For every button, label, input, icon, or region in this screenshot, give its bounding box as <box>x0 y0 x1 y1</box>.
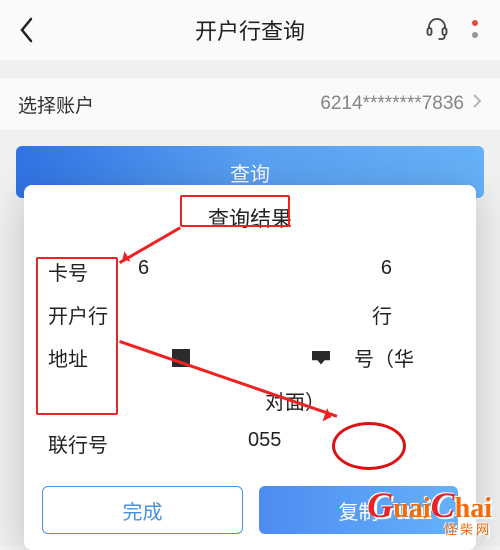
page-title: 开户行查询 <box>195 14 305 46</box>
label-card: 卡号 <box>48 257 128 286</box>
done-button-label: 完成 <box>123 496 163 525</box>
back-icon[interactable] <box>18 16 36 44</box>
more-icon[interactable] <box>468 18 482 42</box>
query-button-label: 查询 <box>230 158 270 187</box>
copy-button[interactable]: 复制 <box>259 486 458 534</box>
value-bank: 行 <box>138 300 452 329</box>
account-label: 选择账户 <box>18 91 94 118</box>
chevron-right-icon <box>472 93 482 115</box>
account-value: 6214********7836 <box>320 93 464 115</box>
label-addr: 地址 <box>48 343 128 372</box>
value-addr-2: 对面） <box>138 386 452 415</box>
dialog-title: 查询结果 <box>42 203 458 233</box>
result-dialog: 查询结果 卡号 6 6 开户行 行 地址 号（华 对面） 联行号 0 <box>24 185 476 550</box>
value-addr: 号（华 <box>138 343 452 372</box>
label-code: 联行号 <box>48 429 128 458</box>
account-row[interactable]: 选择账户 6214********7836 <box>0 78 500 130</box>
value-code: 055 <box>138 429 452 458</box>
header: 开户行查询 <box>0 0 500 60</box>
copy-button-label: 复制 <box>339 496 379 525</box>
done-button[interactable]: 完成 <box>42 486 243 534</box>
label-bank: 开户行 <box>48 300 128 329</box>
value-card: 6 6 <box>138 257 452 286</box>
headset-icon[interactable] <box>424 15 450 46</box>
